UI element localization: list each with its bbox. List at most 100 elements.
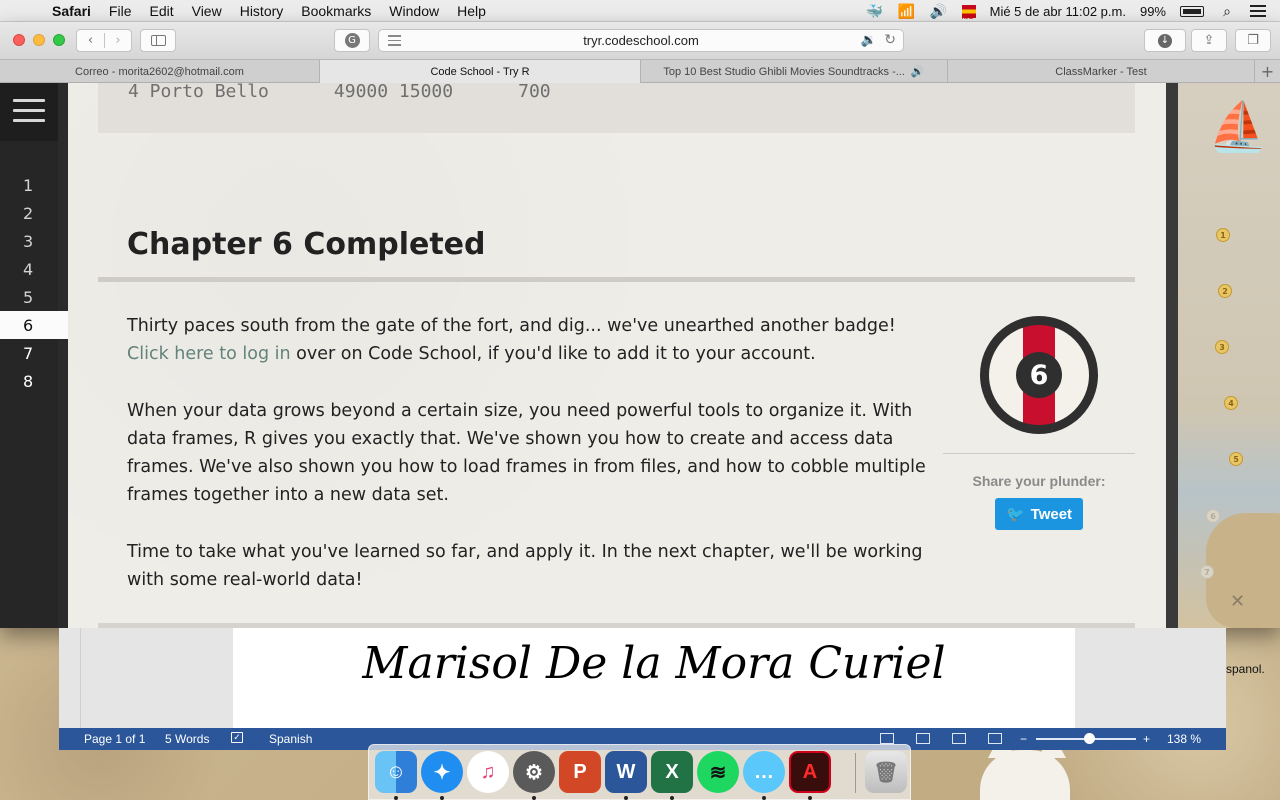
spotify-icon[interactable]: ≋ xyxy=(697,751,739,793)
menu-app-name[interactable]: Safari xyxy=(52,3,91,19)
menu-bar: Safari File Edit View History Bookmarks … xyxy=(0,0,1280,22)
acrobat-icon[interactable]: A xyxy=(789,751,831,793)
battery-percent[interactable]: 99% xyxy=(1140,4,1166,19)
menu-view[interactable]: View xyxy=(192,3,222,19)
word-count[interactable]: 5 Words xyxy=(165,732,209,746)
menubar-clock[interactable]: Mié 5 de abr 11:02 p.m. xyxy=(990,4,1126,19)
word-icon[interactable]: W xyxy=(605,751,647,793)
map-marker-1[interactable]: 1 xyxy=(1216,228,1230,242)
tab-label: Top 10 Best Studio Ghibli Movies Soundtr… xyxy=(663,65,905,78)
twitter-bird-icon: 🐦 xyxy=(1005,506,1025,523)
document-page[interactable]: Marisol De la Mora Curiel xyxy=(233,628,1075,728)
chapter-link-5[interactable]: 5 xyxy=(0,283,58,311)
console-output: 4 Porto Bello 49000 15000 700 xyxy=(98,83,1135,133)
extension-button[interactable]: G xyxy=(334,29,370,52)
grammarly-icon: G xyxy=(344,33,360,48)
menu-toggle[interactable] xyxy=(0,83,58,141)
chapter-link-6[interactable]: 6 xyxy=(0,311,68,339)
login-link[interactable]: Click here to log in xyxy=(127,344,291,364)
map-marker-4[interactable]: 4 xyxy=(1224,396,1238,410)
chapter-link-4[interactable]: 4 xyxy=(0,255,58,283)
window-minimize-button[interactable] xyxy=(33,34,45,46)
draft-view-icon[interactable] xyxy=(988,733,1002,744)
share-button[interactable]: ⇪ xyxy=(1191,29,1227,52)
sidebar-toggle-button[interactable] xyxy=(140,29,176,52)
menu-help[interactable]: Help xyxy=(457,3,486,19)
wifi-icon[interactable]: 📶 xyxy=(898,3,916,20)
badge-paragraph: Thirty paces south from the gate of the … xyxy=(127,312,927,368)
title-divider xyxy=(98,277,1135,282)
chapter-link-3[interactable]: 3 xyxy=(0,227,58,255)
badge-emblem: 6 xyxy=(989,325,1089,425)
summary-paragraph: When your data grows beyond a certain si… xyxy=(127,401,926,505)
web-layout-view-icon[interactable] xyxy=(916,733,930,744)
messages-icon[interactable]: … xyxy=(743,751,785,793)
spotlight-search-icon[interactable]: ⌕ xyxy=(1218,3,1236,20)
print-layout-view-icon[interactable] xyxy=(880,733,894,744)
chapter-link-1[interactable]: 1 xyxy=(0,171,58,199)
back-button[interactable]: ‹ xyxy=(77,33,104,48)
download-icon: ↓ xyxy=(1158,33,1172,48)
tweet-button[interactable]: 🐦 Tweet xyxy=(995,498,1083,530)
new-tab-button[interactable]: + xyxy=(1255,60,1280,83)
chapter-link-7[interactable]: 7 xyxy=(0,339,58,367)
reload-icon[interactable]: ↻ xyxy=(884,31,896,48)
treasure-x-icon: ✕ xyxy=(1230,591,1246,612)
window-fullscreen-button[interactable] xyxy=(53,34,65,46)
notification-center-icon[interactable] xyxy=(1250,5,1266,17)
trash-icon[interactable]: 🗑 xyxy=(865,751,907,793)
tab-classmarker[interactable]: ClassMarker - Test xyxy=(948,60,1255,83)
input-source-flag-icon[interactable]: ISO xyxy=(961,4,976,21)
map-marker-5[interactable]: 5 xyxy=(1229,452,1243,466)
document-text: Marisol De la Mora Curiel xyxy=(362,638,946,689)
map-marker-2[interactable]: 2 xyxy=(1218,284,1232,298)
volume-icon[interactable]: 🔊 xyxy=(930,3,948,20)
chapter-link-8[interactable]: 8 xyxy=(0,367,58,395)
share-icon: ⇪ xyxy=(1203,33,1215,48)
menu-window[interactable]: Window xyxy=(389,3,439,19)
menu-edit[interactable]: Edit xyxy=(149,3,173,19)
speaker-icon[interactable]: 🔊 xyxy=(911,65,925,78)
reader-view-icon[interactable] xyxy=(388,35,401,46)
zoom-in-button[interactable]: + xyxy=(1143,732,1150,746)
tab-bar: Correo - morita2602@hotmail.com Code Sch… xyxy=(0,60,1280,83)
show-tabs-button[interactable]: ❐ xyxy=(1235,29,1271,52)
chapter-link-2[interactable]: 2 xyxy=(0,199,58,227)
menu-file[interactable]: File xyxy=(109,3,132,19)
zoom-out-button[interactable]: − xyxy=(1020,732,1027,746)
itunes-icon[interactable]: ♫ xyxy=(467,751,509,793)
forward-button[interactable]: › xyxy=(103,33,131,48)
running-indicator xyxy=(532,796,536,800)
window-close-button[interactable] xyxy=(13,34,25,46)
address-bar[interactable]: tryr.codeschool.com 🔉 ↻ xyxy=(378,29,904,52)
docker-icon[interactable]: 🐳 xyxy=(866,3,884,20)
zoom-level[interactable]: 138 % xyxy=(1167,732,1201,746)
language-indicator[interactable]: Spanish xyxy=(269,732,312,746)
tab-ghibli[interactable]: Top 10 Best Studio Ghibli Movies Soundtr… xyxy=(641,60,948,83)
powerpoint-icon[interactable]: P xyxy=(559,751,601,793)
browser-toolbar: ‹ › G tryr.codeschool.com 🔉 ↻ ↓ ⇪ ❐ xyxy=(0,22,1280,60)
map-marker-3[interactable]: 3 xyxy=(1215,340,1229,354)
downloads-button[interactable]: ↓ xyxy=(1144,29,1186,52)
excel-icon[interactable]: X xyxy=(651,751,693,793)
chapter-sidebar: 1 2 3 4 5 6 7 8 xyxy=(0,83,68,628)
running-indicator xyxy=(440,796,444,800)
finder-icon[interactable]: ☺ xyxy=(375,751,417,793)
map-marker-6[interactable]: 6 xyxy=(1206,509,1220,523)
page-count[interactable]: Page 1 of 1 xyxy=(84,732,145,746)
zoom-slider-knob[interactable] xyxy=(1084,733,1095,744)
tab-correo[interactable]: Correo - morita2602@hotmail.com xyxy=(0,60,320,83)
menu-bookmarks[interactable]: Bookmarks xyxy=(301,3,371,19)
next-chapter-paragraph: Time to take what you've learned so far,… xyxy=(127,542,923,590)
map-marker-7[interactable]: 7 xyxy=(1200,565,1214,579)
outline-view-icon[interactable] xyxy=(952,733,966,744)
desktop-window-text: spanol. xyxy=(1226,662,1265,676)
system-preferences-icon[interactable]: ⚙ xyxy=(513,751,555,793)
tab-audio-icon[interactable]: 🔉 xyxy=(861,32,877,48)
battery-icon[interactable] xyxy=(1180,5,1204,17)
tab-label: Correo - morita2602@hotmail.com xyxy=(75,65,244,78)
menu-history[interactable]: History xyxy=(240,3,284,19)
tab-try-r[interactable]: Code School - Try R xyxy=(320,60,641,83)
proofing-icon[interactable]: ✓ xyxy=(231,732,243,743)
safari-icon[interactable]: ✦ xyxy=(421,751,463,793)
